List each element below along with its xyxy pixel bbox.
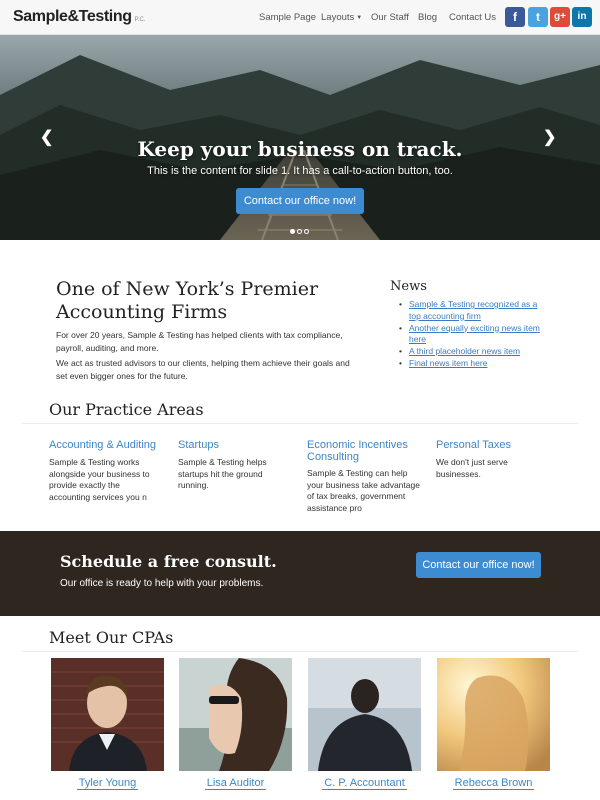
- news-title: News: [390, 279, 427, 294]
- hero-title: Keep your business on track.: [137, 137, 463, 161]
- news-list: Sample & Testing recognized as a top acc…: [398, 299, 548, 370]
- divider: [22, 651, 578, 652]
- cpa-photo[interactable]: [437, 658, 550, 771]
- cpa-photo[interactable]: [179, 658, 292, 771]
- practice-areas-title: Our Practice Areas: [49, 400, 204, 419]
- practice-area-title[interactable]: Startups: [178, 439, 293, 451]
- consult-title: Schedule a free consult.: [60, 552, 277, 571]
- news-link[interactable]: Another equally exciting news item here: [409, 323, 540, 345]
- consult-contact-button[interactable]: Contact our office now!: [416, 552, 541, 578]
- practice-area-text: Sample & Testing helps startups hit the …: [178, 457, 267, 490]
- news-item[interactable]: Another equally exciting news item here: [398, 323, 548, 346]
- news-link[interactable]: A third placeholder news item: [409, 346, 520, 356]
- site-logo[interactable]: Sample&Testing P.C.: [13, 8, 145, 26]
- practice-area-text: Sample & Testing works alongside your bu…: [49, 457, 150, 502]
- nav-our-staff[interactable]: Our Staff: [371, 12, 409, 23]
- twitter-icon[interactable]: t: [528, 7, 548, 27]
- facebook-icon[interactable]: f: [505, 7, 525, 27]
- cpa-name: Tyler Young: [76, 777, 139, 790]
- carousel-dot-1[interactable]: [290, 229, 295, 234]
- practice-area-text: Sample & Testing can help your business …: [307, 468, 420, 513]
- news-item[interactable]: Sample & Testing recognized as a top acc…: [398, 299, 548, 322]
- cpa-name: C. P. Accountant: [322, 777, 407, 790]
- practice-area-title[interactable]: Economic Incentives Consulting: [307, 439, 425, 463]
- chevron-down-icon: ▼: [356, 15, 363, 21]
- linkedin-icon[interactable]: in: [572, 7, 592, 27]
- divider: [22, 423, 578, 424]
- news-link[interactable]: Final news item here: [409, 358, 487, 368]
- logo-suffix: P.C.: [134, 17, 146, 23]
- google-plus-icon[interactable]: g+: [550, 7, 570, 27]
- cpa-photo[interactable]: [308, 658, 421, 771]
- cpa-name-link[interactable]: C. P. Accountant: [308, 777, 421, 790]
- carousel-dot-2[interactable]: [297, 229, 302, 234]
- site-header: Sample&Testing P.C. Sample Page Layouts ▼ …: [0, 0, 600, 35]
- cpas-title: Meet Our CPAs: [49, 628, 174, 647]
- cpa-photo-image: [179, 658, 292, 771]
- nav-sample-page[interactable]: Sample Page: [259, 12, 316, 23]
- cpa-name-link[interactable]: Rebecca Brown: [437, 777, 550, 790]
- cpa-name: Rebecca Brown: [452, 777, 535, 790]
- consult-text: Our office is ready to help with your pr…: [60, 578, 264, 589]
- cpa-photo[interactable]: [51, 658, 164, 771]
- intro-title: One of New York’s Premier Accounting Fir…: [56, 278, 319, 323]
- news-link[interactable]: Sample & Testing recognized as a top acc…: [409, 299, 537, 321]
- carousel-dot-3[interactable]: [304, 229, 309, 234]
- nav-contact-us[interactable]: Contact Us: [449, 12, 496, 23]
- hero-text: This is the content for slide 1. It has …: [147, 165, 453, 177]
- nav-blog[interactable]: Blog: [418, 12, 437, 23]
- cpa-photo-image: [437, 658, 550, 771]
- cpa-photo-image: [51, 658, 164, 771]
- nav-layouts-label: Layouts: [321, 12, 355, 23]
- intro-paragraph-1: For over 20 years, Sample & Testing has …: [56, 330, 343, 353]
- intro-paragraph-2: We act as trusted advisors to our client…: [56, 358, 350, 381]
- practice-area-text: We don't just serve businesses.: [436, 457, 508, 479]
- logo-text: Sample&Testing: [13, 8, 132, 25]
- nav-layouts[interactable]: Layouts ▼: [321, 12, 362, 23]
- practice-area-title[interactable]: Accounting & Auditing: [49, 439, 169, 451]
- cpa-photo-image: [308, 658, 421, 771]
- hero-carousel: ❮ ❯ Keep your business on track. This is…: [0, 35, 600, 240]
- cpa-name-link[interactable]: Lisa Auditor: [179, 777, 292, 790]
- news-item[interactable]: Final news item here: [398, 358, 548, 370]
- practice-area-title[interactable]: Personal Taxes: [436, 439, 556, 451]
- cpa-name: Lisa Auditor: [204, 777, 267, 790]
- cpa-name-link[interactable]: Tyler Young: [51, 777, 164, 790]
- news-item[interactable]: A third placeholder news item: [398, 346, 548, 358]
- hero-contact-button[interactable]: Contact our office now!: [236, 188, 364, 214]
- carousel-indicators: [290, 229, 309, 234]
